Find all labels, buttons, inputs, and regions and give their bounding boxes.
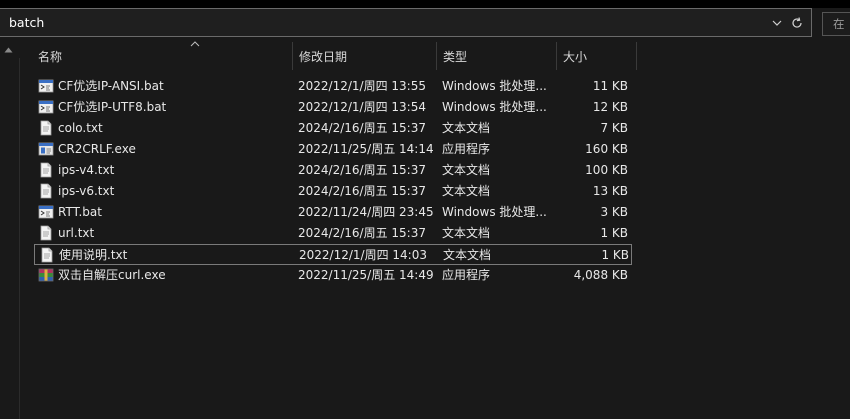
file-row[interactable]: 双击自解压curl.exe 2022/11/25/周五 14:49 应用程序 4,08… <box>34 265 632 286</box>
batch-file-icon <box>38 204 54 220</box>
file-type: 应用程序 <box>442 142 491 156</box>
file-date: 2024/2/16/周五 15:37 <box>298 184 426 198</box>
column-header: 名称 修改日期 类型 大小 <box>0 39 850 70</box>
file-row[interactable]: 使用说明.txt 2022/12/1/周四 14:03 文本文档 1 KB <box>34 244 632 265</box>
exe-file-icon <box>38 141 54 157</box>
file-size: 12 KB <box>592 100 628 114</box>
file-type: 应用程序 <box>442 268 491 282</box>
column-label-name: 名称 <box>38 49 63 64</box>
file-name: CF优选IP-UTF8.bat <box>58 100 167 114</box>
file-size: 4,088 KB <box>573 268 628 282</box>
file-row[interactable]: colo.txt 2024/2/16/周五 15:37 文本文档 7 KB <box>34 118 632 139</box>
file-size: 1 KB <box>600 226 628 240</box>
column-header-name[interactable]: 名称 <box>32 39 292 70</box>
file-row[interactable]: ips-v6.txt 2024/2/16/周五 15:37 文本文档 13 KB <box>34 181 632 202</box>
text-file-icon <box>38 162 54 178</box>
file-date: 2024/2/16/周五 15:37 <box>298 226 426 240</box>
column-label-date: 修改日期 <box>299 49 348 64</box>
file-type: 文本文档 <box>442 184 491 198</box>
file-date: 2022/12/1/周四 13:54 <box>298 100 426 114</box>
refresh-icon[interactable] <box>787 13 807 33</box>
file-date: 2022/11/25/周五 14:14 <box>298 142 434 156</box>
file-date: 2022/12/1/周四 14:03 <box>299 248 427 262</box>
batch-file-icon <box>38 78 54 94</box>
file-type: 文本文档 <box>443 248 492 262</box>
column-label-type: 类型 <box>443 49 468 64</box>
file-name: colo.txt <box>58 121 103 135</box>
file-name: ips-v6.txt <box>58 184 115 198</box>
file-row[interactable]: ips-v4.txt 2024/2/16/周五 15:37 文本文档 100 KB <box>34 160 632 181</box>
file-type: Windows 批处理... <box>442 100 547 114</box>
text-file-icon <box>38 120 54 136</box>
file-name: CF优选IP-ANSI.bat <box>58 79 164 93</box>
file-type: Windows 批处理... <box>442 205 547 219</box>
search-input[interactable]: 在 <box>822 12 850 36</box>
text-file-icon <box>39 247 55 263</box>
sort-ascending-icon <box>190 39 200 50</box>
file-row[interactable]: CF优选IP-ANSI.bat 2022/12/1/周四 13:55 Windows… <box>34 76 632 97</box>
file-date: 2024/2/16/周五 15:37 <box>298 121 426 135</box>
file-size: 3 KB <box>600 205 628 219</box>
file-name: url.txt <box>58 226 95 240</box>
file-date: 2022/11/24/周四 23:45 <box>298 205 434 219</box>
file-type: Windows 批处理... <box>442 79 547 93</box>
pane-divider[interactable] <box>19 58 20 419</box>
file-date: 2022/12/1/周四 13:55 <box>298 79 426 93</box>
column-header-size[interactable]: 大小 <box>557 42 636 70</box>
file-row[interactable]: CR2CRLF.exe 2022/11/25/周五 14:14 应用程序 160 KB <box>34 139 632 160</box>
file-row[interactable]: url.txt 2024/2/16/周五 15:37 文本文档 1 KB <box>34 223 632 244</box>
column-divider[interactable] <box>636 42 637 70</box>
file-size: 1 KB <box>601 248 629 262</box>
column-label-size: 大小 <box>563 49 588 64</box>
file-type: 文本文档 <box>442 121 491 135</box>
file-row[interactable]: CF优选IP-UTF8.bat 2022/12/1/周四 13:54 Windows… <box>34 97 632 118</box>
navigation-pane[interactable] <box>0 37 19 419</box>
text-file-icon <box>38 183 54 199</box>
title-strip <box>0 0 850 8</box>
file-size: 11 KB <box>592 79 628 93</box>
file-date: 2022/11/25/周五 14:49 <box>298 268 434 282</box>
chevron-down-icon[interactable] <box>767 13 787 33</box>
file-date: 2024/2/16/周五 15:37 <box>298 163 426 177</box>
file-name: 使用说明.txt <box>59 248 128 262</box>
column-header-date[interactable]: 修改日期 <box>293 42 436 70</box>
file-size: 7 KB <box>600 121 628 135</box>
text-file-icon <box>38 225 54 241</box>
address-path[interactable]: batch <box>0 15 767 30</box>
file-name: RTT.bat <box>58 205 102 219</box>
file-type: 文本文档 <box>442 226 491 240</box>
file-name: CR2CRLF.exe <box>58 142 136 156</box>
file-size: 13 KB <box>592 184 628 198</box>
file-size: 100 KB <box>585 163 628 177</box>
batch-file-icon <box>38 99 54 115</box>
column-header-type[interactable]: 类型 <box>437 42 556 70</box>
address-bar[interactable]: batch <box>0 8 812 37</box>
file-type: 文本文档 <box>442 163 491 177</box>
file-row[interactable]: RTT.bat 2022/11/24/周四 23:45 Windows 批处理...… <box>34 202 632 223</box>
file-size: 160 KB <box>585 142 628 156</box>
archive-exe-icon <box>38 267 54 283</box>
file-name: ips-v4.txt <box>58 163 115 177</box>
file-name: 双击自解压curl.exe <box>58 268 166 282</box>
